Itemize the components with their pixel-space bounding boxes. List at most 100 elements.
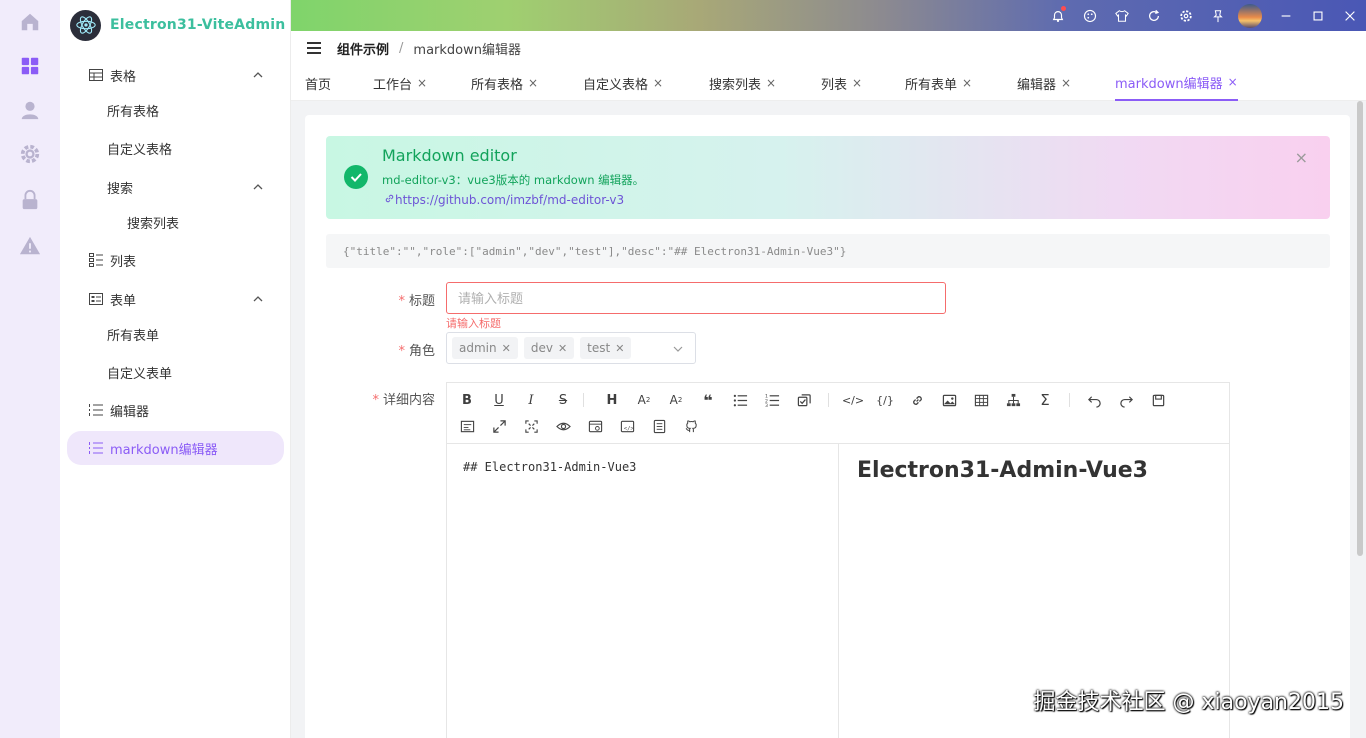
tab-close-icon[interactable]: × xyxy=(417,76,427,90)
image-icon[interactable] xyxy=(939,390,959,410)
html-preview-icon[interactable] xyxy=(585,416,605,436)
italic-icon[interactable]: I xyxy=(521,390,541,410)
warning-icon[interactable] xyxy=(18,234,42,258)
tab-custom-table[interactable]: 自定义表格 × xyxy=(583,65,663,101)
katex-icon[interactable]: Σ xyxy=(1035,390,1055,410)
preview-icon[interactable] xyxy=(553,416,573,436)
table-icon[interactable] xyxy=(971,390,991,410)
superscript-icon[interactable]: A2 xyxy=(666,390,686,410)
sidebar-item-label: 搜索列表 xyxy=(127,216,180,232)
close-icon[interactable] xyxy=(1334,0,1366,31)
palette-icon[interactable] xyxy=(1074,0,1106,31)
chip-close-icon[interactable]: ✕ xyxy=(558,342,567,355)
settings-icon[interactable] xyxy=(1170,0,1202,31)
sidebar-item-search[interactable]: 搜索 xyxy=(60,170,291,204)
quote-icon[interactable]: ❝ xyxy=(698,390,718,410)
alert-link-text: https://github.com/imzbf/md-editor-v3 xyxy=(395,193,625,207)
role-chip: test ✕ xyxy=(580,337,632,359)
menu-toggle-icon[interactable] xyxy=(307,42,321,54)
sidebar-item-custom-form[interactable]: 自定义表单 xyxy=(60,355,291,389)
role-chip-label: dev xyxy=(530,341,553,355)
title-input[interactable] xyxy=(446,282,946,314)
home-icon[interactable] xyxy=(18,10,42,34)
alert-link[interactable]: https://github.com/imzbf/md-editor-v3 xyxy=(384,193,624,207)
mermaid-icon[interactable] xyxy=(1003,390,1023,410)
sidebar-item-search-list[interactable]: 搜索列表 xyxy=(60,205,291,239)
brand-title: Electron31-ViteAdmin xyxy=(110,17,286,33)
tab-close-icon[interactable]: × xyxy=(528,76,538,90)
maximize-icon[interactable] xyxy=(1302,0,1334,31)
tab-close-icon[interactable]: × xyxy=(1228,75,1238,89)
sidebar-item-editor[interactable]: 编辑器 xyxy=(60,393,291,427)
check-circle-icon xyxy=(344,165,368,189)
underline-icon[interactable]: U xyxy=(489,390,509,410)
tab-all-tables[interactable]: 所有表格 × xyxy=(471,65,538,101)
chip-close-icon[interactable]: ✕ xyxy=(615,342,624,355)
refresh-icon[interactable] xyxy=(1138,0,1170,31)
tab-close-icon[interactable]: × xyxy=(962,76,972,90)
alert-close-icon[interactable]: × xyxy=(1295,148,1308,167)
tab-close-icon[interactable]: × xyxy=(852,76,862,90)
editor-list-icon xyxy=(88,440,104,456)
redo-icon[interactable] xyxy=(1116,390,1136,410)
title-bar xyxy=(291,0,1366,31)
user-icon[interactable] xyxy=(18,98,42,122)
shirt-icon[interactable] xyxy=(1106,0,1138,31)
notification-dot xyxy=(1061,6,1066,11)
undo-icon[interactable] xyxy=(1084,390,1104,410)
tab-label: 编辑器 xyxy=(1017,77,1057,93)
sidebar-item-markdown-editor[interactable]: markdown编辑器 xyxy=(67,431,284,465)
sidebar-item-form[interactable]: 表单 xyxy=(60,282,291,316)
pin-icon[interactable] xyxy=(1202,0,1234,31)
lock-icon[interactable] xyxy=(18,188,42,212)
sidebar: Electron31-ViteAdmin 表格 所有表格 自定义表格 搜索 搜索… xyxy=(60,0,291,738)
heading-icon[interactable]: H xyxy=(602,390,622,410)
tab-close-icon[interactable]: × xyxy=(653,76,663,90)
chip-close-icon[interactable]: ✕ xyxy=(502,342,511,355)
task-icon[interactable] xyxy=(794,390,814,410)
tab-markdown-editor[interactable]: markdown编辑器 × xyxy=(1115,65,1238,101)
tab-close-icon[interactable]: × xyxy=(766,76,776,90)
prettier-icon[interactable] xyxy=(457,416,477,436)
sidebar-item-all-tables[interactable]: 所有表格 xyxy=(60,93,291,127)
brand[interactable]: Electron31-ViteAdmin xyxy=(70,9,285,41)
tab-all-forms[interactable]: 所有表单 × xyxy=(905,65,972,101)
sidebar-item-table[interactable]: 表格 xyxy=(60,58,291,92)
sidebar-item-custom-table[interactable]: 自定义表格 xyxy=(60,131,291,165)
minimize-icon[interactable] xyxy=(1270,0,1302,31)
code-icon[interactable]: </> xyxy=(842,390,864,410)
save-icon[interactable] xyxy=(1148,390,1168,410)
subscript-icon[interactable]: A2 xyxy=(634,390,654,410)
breadcrumb-parent[interactable]: 组件示例 xyxy=(337,39,389,58)
tab-editor[interactable]: 编辑器 × xyxy=(1017,65,1071,101)
sidebar-item-list[interactable]: 列表 xyxy=(60,243,291,277)
role-chip: admin ✕ xyxy=(452,337,518,359)
page-fullscreen-icon[interactable] xyxy=(521,416,541,436)
info-alert: Markdown editor md-editor-v3：vue3版本的 mar… xyxy=(326,136,1330,219)
sidebar-item-label: 自定义表单 xyxy=(107,366,173,382)
dashboard-grid-icon[interactable] xyxy=(18,54,42,78)
fullscreen-icon[interactable] xyxy=(489,416,509,436)
bell-icon[interactable] xyxy=(1042,0,1074,31)
link-icon[interactable] xyxy=(907,390,927,410)
ordered-list-icon[interactable]: 123 xyxy=(762,390,782,410)
tab-list[interactable]: 列表 × xyxy=(821,65,862,101)
strikethrough-icon[interactable]: S xyxy=(553,390,573,410)
tab-search-list[interactable]: 搜索列表 × xyxy=(709,65,776,101)
required-mark: * xyxy=(398,344,405,359)
catalog-icon[interactable] xyxy=(649,416,669,436)
code-block-icon[interactable]: {/} xyxy=(875,390,895,410)
unordered-list-icon[interactable] xyxy=(730,390,750,410)
gear-icon[interactable] xyxy=(18,142,42,166)
markdown-source-editor[interactable]: ## Electron31-Admin-Vue3 xyxy=(447,444,839,738)
bold-icon[interactable]: B xyxy=(457,390,477,410)
role-select[interactable]: admin ✕ dev ✕ test ✕ xyxy=(446,332,696,364)
tab-close-icon[interactable]: × xyxy=(1061,76,1071,90)
sidebar-item-all-forms[interactable]: 所有表单 xyxy=(60,317,291,351)
tab-workbench[interactable]: 工作台 × xyxy=(373,65,427,101)
source-icon[interactable]: </> xyxy=(617,416,637,436)
tab-home[interactable]: 首页 xyxy=(305,65,331,101)
avatar[interactable] xyxy=(1238,3,1262,28)
github-icon[interactable] xyxy=(681,416,701,436)
main-scrollbar[interactable] xyxy=(1357,101,1363,556)
